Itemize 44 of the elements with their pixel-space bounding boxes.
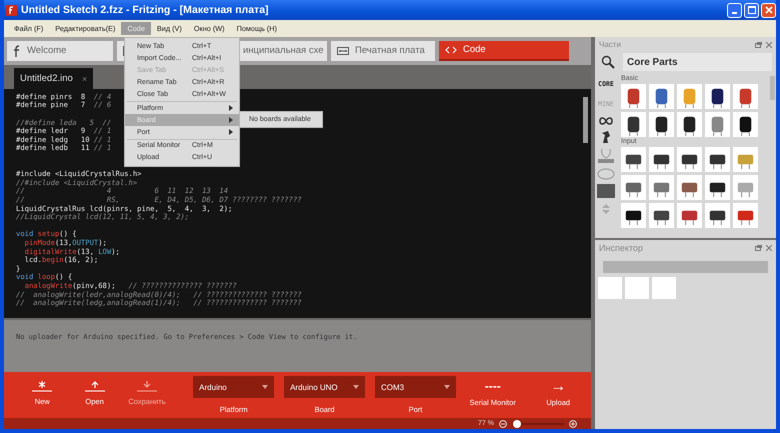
slider-thumb[interactable] bbox=[512, 420, 521, 428]
caret-icon bbox=[444, 385, 450, 390]
image-placeholder bbox=[598, 277, 622, 299]
image-placeholder bbox=[652, 277, 676, 299]
scrollbar-thumb[interactable] bbox=[583, 96, 588, 143]
code-brackets-icon bbox=[445, 46, 457, 54]
infinity-icon[interactable] bbox=[598, 116, 614, 126]
window-title: Untitled Sketch 2.fzz - Fritzing - [Макетная плата] bbox=[21, 4, 269, 16]
close-button[interactable] bbox=[761, 2, 776, 18]
image-placeholder bbox=[625, 277, 649, 299]
dropdown[interactable]: Arduino UNO bbox=[284, 376, 366, 398]
fritzing-logo-icon bbox=[13, 44, 21, 57]
code-editor[interactable] bbox=[4, 88, 591, 318]
minimize-button[interactable] bbox=[727, 2, 742, 18]
pcb-icon bbox=[337, 46, 349, 55]
undock-icon[interactable] bbox=[755, 244, 762, 250]
panel-title: Инспектор bbox=[599, 242, 643, 252]
panel-title: Части bbox=[599, 40, 621, 49]
dropdown[interactable]: Arduino bbox=[193, 376, 274, 398]
close-icon[interactable] bbox=[766, 42, 772, 48]
tab-close-button[interactable]: × bbox=[82, 74, 88, 84]
view-tab[interactable]: Code bbox=[439, 40, 569, 61]
undock-icon[interactable] bbox=[755, 42, 762, 48]
close-icon[interactable] bbox=[766, 244, 772, 250]
caret-icon bbox=[353, 385, 360, 390]
bin-logo-icon[interactable] bbox=[600, 130, 612, 144]
bin-title-field[interactable]: Core Parts bbox=[623, 53, 772, 71]
scrollbar-thumb[interactable] bbox=[770, 76, 775, 100]
maximize-button[interactable] bbox=[744, 2, 759, 18]
zoom-slider[interactable] bbox=[512, 422, 564, 425]
dropdown[interactable]: COM3 bbox=[374, 376, 456, 398]
view-tab[interactable]: Печатная плата bbox=[331, 40, 435, 61]
view-tab[interactable]: Welcome bbox=[7, 40, 113, 61]
app-logo-icon bbox=[6, 4, 17, 16]
up-arrow-icon bbox=[84, 380, 106, 392]
close-icon bbox=[764, 6, 772, 14]
view-tab[interactable]: инципиальная схе bbox=[239, 40, 327, 61]
down-arrow-icon bbox=[136, 380, 158, 392]
maximize-icon bbox=[748, 6, 756, 14]
zoom-out-icon[interactable] bbox=[499, 420, 507, 428]
zoom-in-icon[interactable] bbox=[569, 420, 577, 428]
search-icon[interactable] bbox=[601, 55, 615, 69]
asterisk-icon bbox=[31, 380, 54, 392]
caret-icon bbox=[262, 385, 268, 390]
